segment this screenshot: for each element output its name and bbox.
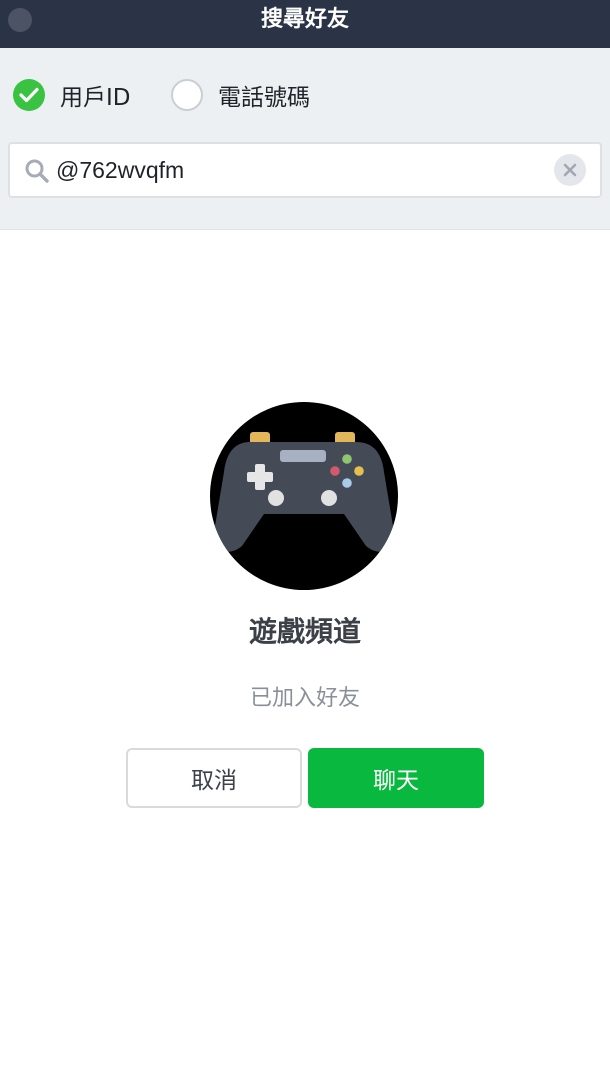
chat-button[interactable]: 聊天: [308, 748, 484, 808]
cancel-button[interactable]: 取消: [126, 748, 302, 808]
radio-option-user-id[interactable]: 用戶ID: [13, 78, 131, 112]
gamepad-icon: [213, 432, 395, 552]
avatar: [210, 402, 398, 590]
window-title: 搜尋好友: [260, 7, 349, 32]
title-bar: 搜尋好友: [0, 0, 610, 48]
search-box[interactable]: [8, 142, 602, 198]
search-input[interactable]: [56, 144, 536, 196]
radio-unchecked-icon[interactable]: [171, 79, 203, 111]
status-text: 已加入好友: [249, 686, 360, 711]
close-icon: [563, 163, 577, 177]
radio-checked-icon[interactable]: [13, 79, 45, 111]
radio-label-user-id: 用戶ID: [60, 85, 131, 111]
search-icon: [25, 159, 49, 183]
result-name: 遊戲頻道: [248, 615, 361, 648]
radio-option-phone[interactable]: 電話號碼: [171, 78, 310, 112]
clear-search-button[interactable]: [554, 154, 586, 186]
search-panel: 用戶ID 電話號碼: [0, 48, 610, 230]
radio-label-phone: 電話號碼: [218, 85, 310, 111]
